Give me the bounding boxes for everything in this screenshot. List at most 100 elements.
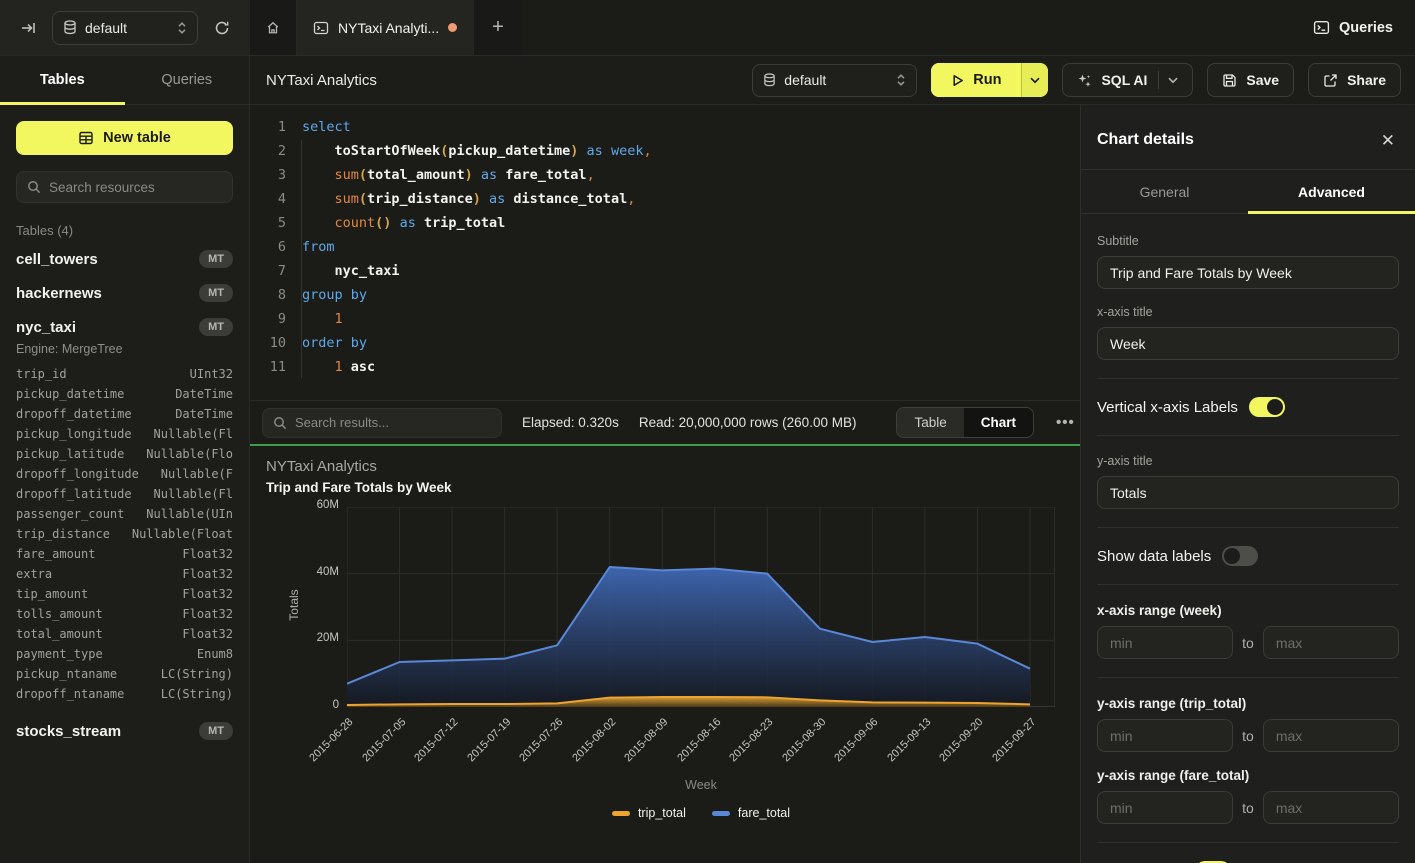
x-axis-range-max-input[interactable]: [1263, 626, 1399, 659]
column-name: payment_type: [16, 644, 103, 664]
run-button-label: Run: [973, 72, 1001, 88]
sql-ai-button[interactable]: SQL AI: [1062, 63, 1193, 97]
legend-label: fare_total: [738, 806, 790, 820]
close-icon[interactable]: ✕: [1381, 132, 1395, 149]
sidebar-tab-queries[interactable]: Queries: [125, 56, 250, 104]
column-type: Nullable(UIn: [146, 504, 233, 524]
column-type: LC(String): [161, 664, 233, 684]
column-row: pickup_latitudeNullable(Flo: [16, 444, 233, 464]
new-tab-button[interactable]: +: [474, 0, 522, 55]
column-row: dropoff_ntanameLC(String): [16, 684, 233, 704]
results-more-menu[interactable]: •••: [1054, 414, 1077, 431]
code-text: sum(total_amount) as fare_total,: [302, 163, 595, 187]
panel-title: Chart details: [1097, 131, 1194, 149]
column-type: Nullable(Flo: [146, 444, 233, 464]
y-tick: 0: [299, 699, 339, 711]
column-row: tip_amountFloat32: [16, 584, 233, 604]
database-selector[interactable]: default: [52, 11, 198, 45]
new-table-button[interactable]: New table: [16, 121, 233, 155]
column-type: Float32: [182, 624, 233, 644]
home-tab[interactable]: [250, 0, 297, 55]
resource-search-input[interactable]: [49, 180, 222, 195]
view-toggle-chart[interactable]: Chart: [964, 408, 1033, 437]
sidebar-table-stocks_stream[interactable]: stocks_streamMT: [16, 714, 233, 748]
code-line: 9 1: [264, 307, 1080, 331]
show-data-labels-toggle[interactable]: [1222, 546, 1258, 566]
chart-panel: NYTaxi Analytics Trip and Fare Totals by…: [250, 444, 1080, 863]
top-bar: default NYTaxi Analyti... + Queries: [0, 0, 1415, 56]
line-number: 8: [264, 283, 286, 307]
query-title: NYTaxi Analytics: [266, 72, 752, 89]
line-number: 3: [264, 163, 286, 187]
sql-editor[interactable]: 1select2 toStartOfWeek(pickup_datetime) …: [250, 105, 1080, 400]
column-type: Nullable(Fl: [154, 484, 233, 504]
queries-button[interactable]: Queries: [1313, 19, 1393, 36]
chart-legend: trip_total fare_total: [347, 806, 1055, 820]
legend-label: trip_total: [638, 806, 686, 820]
panel-tab-general[interactable]: General: [1081, 170, 1248, 213]
query-tab[interactable]: NYTaxi Analyti...: [297, 0, 474, 55]
line-number: 2: [264, 139, 286, 163]
code-text: count() as trip_total: [302, 211, 505, 235]
home-icon: [266, 20, 280, 36]
column-name: fare_amount: [16, 544, 95, 564]
run-button[interactable]: Run: [931, 63, 1048, 97]
sidebar-tab-tables[interactable]: Tables: [0, 56, 125, 104]
database-icon: [63, 20, 77, 35]
toolbar-database-selector[interactable]: default: [752, 64, 917, 97]
panel-tab-advanced[interactable]: Advanced: [1248, 170, 1415, 213]
column-row: extraFloat32: [16, 564, 233, 584]
x-axis-range-min-input[interactable]: [1097, 626, 1233, 659]
vertical-x-labels-row: Vertical x-axis Labels: [1097, 397, 1399, 417]
range-to-label: to: [1242, 728, 1254, 744]
unsaved-changes-dot: [448, 23, 457, 32]
line-number: 4: [264, 187, 286, 211]
engine-badge: MT: [199, 284, 233, 302]
view-toggle-table[interactable]: Table: [897, 408, 963, 437]
table-name: hackernews: [16, 285, 102, 302]
run-button-main[interactable]: Run: [931, 63, 1021, 97]
y-axis-title-input[interactable]: [1097, 476, 1399, 509]
share-button[interactable]: Share: [1308, 63, 1401, 97]
column-name: trip_distance: [16, 524, 110, 544]
sidebar-tabs: Tables Queries: [0, 56, 249, 105]
y-axis-range-fare-min-input[interactable]: [1097, 791, 1233, 824]
y-axis-range-fare-max-input[interactable]: [1263, 791, 1399, 824]
legend-item-fare_total[interactable]: fare_total: [712, 806, 790, 820]
run-options-caret[interactable]: [1021, 63, 1048, 97]
code-line: 2 toStartOfWeek(pickup_datetime) as week…: [264, 139, 1080, 163]
results-search-input[interactable]: [295, 415, 491, 430]
indent-guide: [301, 140, 302, 378]
x-axis-title-input[interactable]: [1097, 327, 1399, 360]
chevron-down-icon: [1168, 77, 1178, 84]
sidebar-table-nyc_taxi[interactable]: nyc_taxiMT: [16, 310, 233, 344]
chart-title: NYTaxi Analytics: [266, 458, 377, 475]
y-axis-range-trip-min-input[interactable]: [1097, 719, 1233, 752]
collapse-sidebar-icon[interactable]: [14, 14, 42, 42]
sidebar-table-cell_towers[interactable]: cell_towersMT: [16, 242, 233, 276]
legend-item-trip_total[interactable]: trip_total: [612, 806, 686, 820]
divider: [1097, 435, 1399, 436]
vertical-x-labels-toggle[interactable]: [1249, 397, 1285, 417]
code-line: 4 sum(trip_distance) as distance_total,: [264, 187, 1080, 211]
column-type: Nullable(Float: [132, 524, 233, 544]
sidebar-table-hackernews[interactable]: hackernews MT: [16, 276, 233, 310]
subtitle-input[interactable]: [1097, 256, 1399, 289]
refresh-icon[interactable]: [208, 14, 236, 42]
line-number: 10: [264, 331, 286, 355]
results-search[interactable]: [262, 408, 502, 438]
save-button[interactable]: Save: [1207, 63, 1294, 97]
column-name: extra: [16, 564, 52, 584]
table-engine: Engine: MergeTree: [16, 342, 233, 356]
resource-search[interactable]: [16, 171, 233, 203]
y-axis-range-fare-label: y-axis range (fare_total): [1097, 768, 1399, 783]
chevron-updown-icon: [177, 21, 187, 35]
table-icon: [78, 130, 94, 146]
y-axis-range-trip-max-input[interactable]: [1263, 719, 1399, 752]
code-text: 1: [302, 307, 343, 331]
tab-strip: NYTaxi Analyti... +: [250, 0, 522, 55]
sql-ai-caret[interactable]: [1158, 71, 1178, 89]
code-text: group by: [302, 283, 367, 307]
queries-icon: [1313, 19, 1330, 36]
column-type: DateTime: [175, 384, 233, 404]
